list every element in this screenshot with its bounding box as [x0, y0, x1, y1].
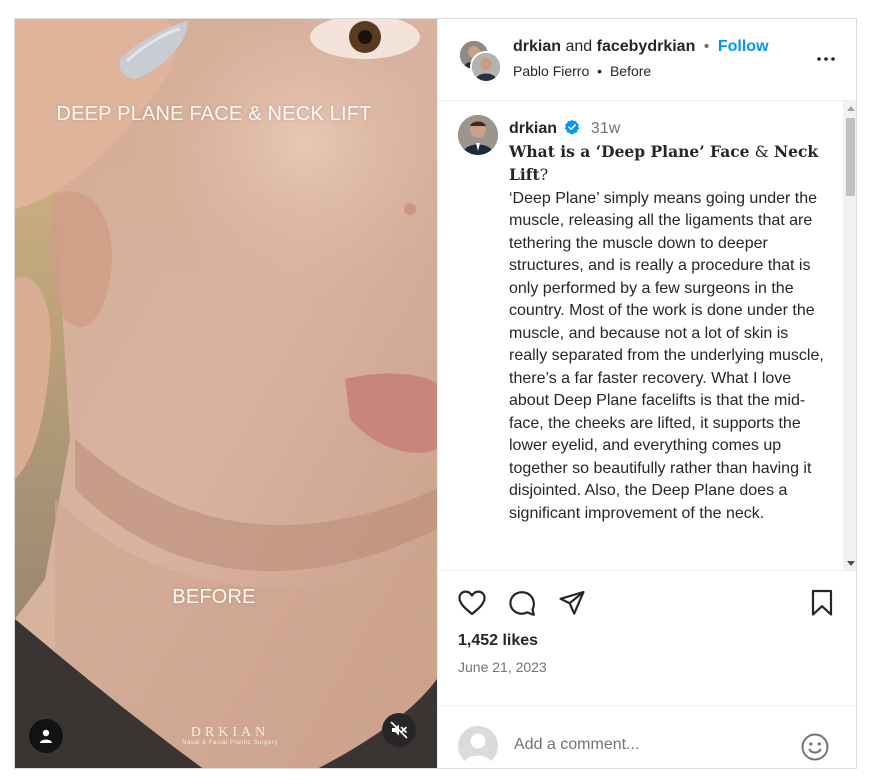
- person-icon: [40, 729, 52, 743]
- caption-avatar[interactable]: [458, 115, 498, 155]
- brand-name: DRKIAN: [190, 725, 270, 740]
- brand-tagline: Nasal & Facial Plastic Surgery: [182, 740, 278, 746]
- heart-icon: [458, 590, 486, 616]
- comment-input[interactable]: [514, 730, 784, 760]
- audio-artist[interactable]: Pablo Fierro: [513, 63, 589, 79]
- caption-scrollbar[interactable]: [843, 101, 856, 570]
- avatar-image: [472, 53, 500, 81]
- caption-content: drkian 31w What is a ‘Deep Plane’ Face &…: [509, 118, 827, 525]
- bookmark-icon: [811, 589, 833, 616]
- follow-button[interactable]: Follow: [718, 38, 769, 55]
- save-button[interactable]: [806, 587, 838, 619]
- triangle-down-icon: [846, 561, 855, 566]
- speaker-muted-icon: [390, 721, 408, 739]
- avatar-facebydrkian[interactable]: [470, 51, 502, 83]
- scrollbar-thumb[interactable]: [846, 118, 855, 196]
- current-user-avatar: [458, 726, 498, 766]
- video-overlay-title: DEEP PLANE FACE & NECK LIFT: [56, 103, 372, 125]
- and-connector: and: [565, 38, 593, 55]
- verified-badge-icon: [565, 119, 580, 135]
- username-drkian[interactable]: drkian: [513, 38, 561, 55]
- header-usernames: drkian and facebydrkian • Follow: [513, 38, 769, 56]
- likes-count[interactable]: 1,452 likes: [458, 632, 538, 650]
- comment-bubble-icon: [509, 591, 535, 616]
- post-card: DEEP PLANE FACE & NECK LIFT BEFORE DRKIA…: [14, 18, 857, 769]
- post-header: drkian and facebydrkian • Follow Pablo F…: [438, 19, 856, 101]
- smiley-icon: [801, 733, 829, 761]
- post-media-video[interactable]: DEEP PLANE FACE & NECK LIFT BEFORE DRKIA…: [15, 19, 437, 768]
- username-facebydrkian[interactable]: facebydrkian: [597, 38, 696, 55]
- triangle-up-icon: [846, 106, 855, 111]
- default-avatar-icon: [458, 726, 498, 766]
- caption-text: ‘Deep Plane’ simply means going under th…: [509, 189, 824, 522]
- face-photo: [15, 19, 437, 768]
- caption-time-ago[interactable]: 31w: [591, 120, 620, 137]
- share-button[interactable]: [556, 587, 588, 619]
- more-options-button[interactable]: [814, 47, 838, 71]
- like-button[interactable]: [456, 587, 488, 619]
- emoji-button[interactable]: [800, 732, 830, 762]
- more-horizontal-icon: [817, 57, 835, 61]
- paper-plane-icon: [559, 590, 585, 615]
- avatar-image: [458, 115, 498, 155]
- caption-heading-amp: &: [749, 141, 774, 161]
- mute-toggle-button[interactable]: [382, 713, 416, 747]
- separator-dot: •: [703, 38, 710, 55]
- video-overlay-before-label: BEFORE: [172, 586, 256, 608]
- comment-button[interactable]: [506, 587, 538, 619]
- tagged-users-button[interactable]: [29, 719, 63, 753]
- scroll-down-arrow[interactable]: [843, 556, 856, 570]
- post-date[interactable]: June 21, 2023: [458, 659, 547, 675]
- post-actions-bar: [438, 587, 856, 627]
- caption-user-line: drkian 31w: [509, 118, 827, 141]
- header-audio-line: Pablo Fierro • Before: [513, 63, 651, 79]
- caption-heading-question: ?: [539, 165, 549, 184]
- comment-bar: [438, 705, 856, 768]
- audio-title[interactable]: Before: [610, 63, 651, 79]
- caption-heading-part1: What is a ‘Deep Plane’ Face: [509, 141, 750, 161]
- separator-dot: •: [597, 63, 603, 79]
- caption-scroll-area[interactable]: drkian 31w What is a ‘Deep Plane’ Face &…: [438, 101, 856, 571]
- caption-username[interactable]: drkian: [509, 120, 557, 137]
- page: DEEP PLANE FACE & NECK LIFT BEFORE DRKIA…: [0, 0, 869, 782]
- brand-watermark: DRKIAN Nasal & Facial Plastic Surgery: [175, 725, 285, 746]
- scroll-up-arrow[interactable]: [843, 101, 856, 116]
- post-side-panel: drkian and facebydrkian • Follow Pablo F…: [437, 19, 856, 768]
- caption-heading: What is a ‘Deep Plane’ Face & Neck Lift?: [509, 141, 827, 188]
